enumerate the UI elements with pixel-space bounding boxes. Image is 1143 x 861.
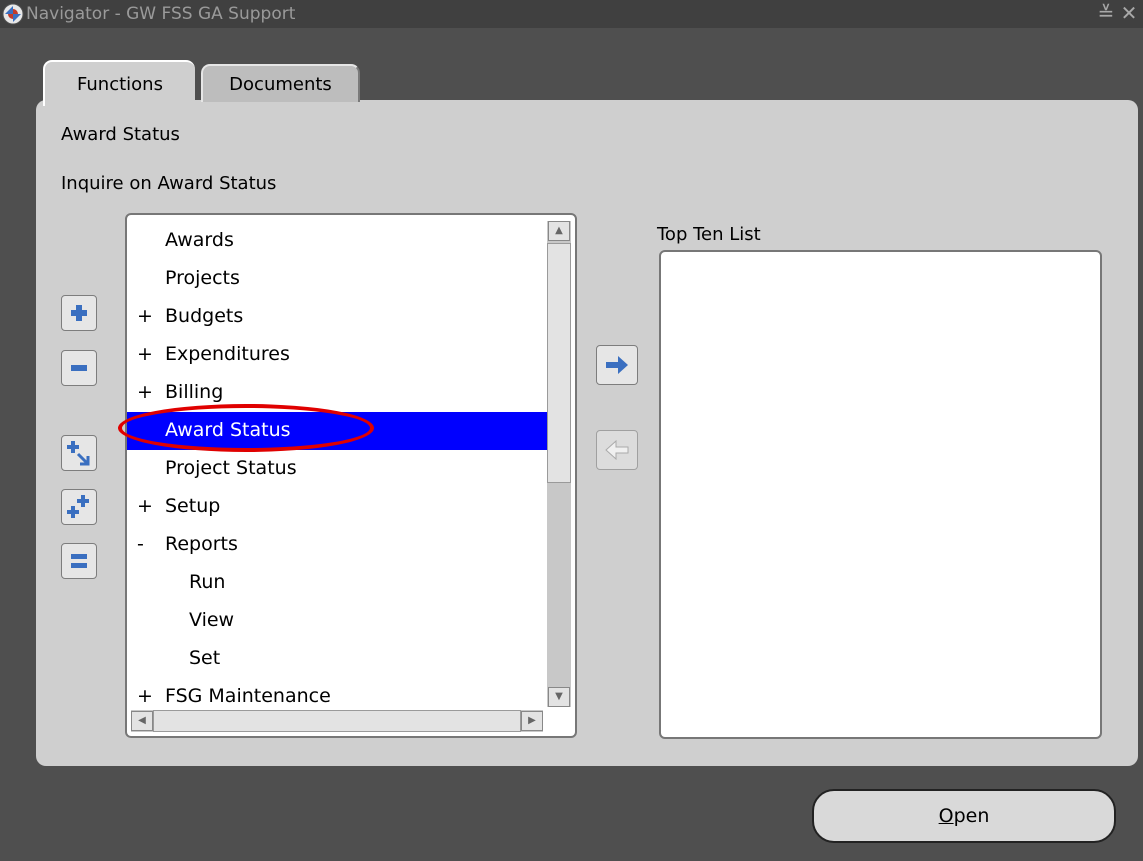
tree-item[interactable]: + Billing — [127, 374, 547, 412]
expand-button[interactable] — [61, 295, 97, 331]
tree-item-label: Reports — [165, 533, 238, 555]
add-to-top-ten-button[interactable] — [596, 345, 638, 385]
tree-item-expander[interactable]: - — [137, 533, 144, 555]
scroll-left-icon[interactable]: ◀ — [131, 711, 153, 731]
tree-item-label: View — [189, 609, 235, 631]
tree-item[interactable]: - Reports — [127, 526, 547, 564]
tree-item[interactable]: Set — [127, 640, 547, 678]
window-title: Navigator - GW FSS GA Support — [26, 4, 296, 24]
tab-functions-label: Functions — [77, 73, 163, 95]
tree-item-expander[interactable]: + — [137, 343, 153, 365]
scroll-up-icon[interactable]: ▲ — [548, 221, 570, 241]
tab-documents-label: Documents — [229, 73, 332, 95]
tree-item[interactable]: Run — [127, 564, 547, 602]
collapse-all-icon — [71, 554, 87, 568]
tree-item-label: Awards — [165, 229, 234, 251]
minus-icon — [71, 365, 87, 371]
tab-documents[interactable]: Documents — [201, 64, 360, 102]
title-bar: Navigator - GW FSS GA Support ≚ ✕ — [0, 0, 1143, 28]
tree-item-label: Run — [189, 571, 226, 593]
selected-function-description: Inquire on Award Status — [61, 173, 277, 194]
tree-item-expander[interactable]: + — [137, 685, 153, 707]
tree-item-label: Expenditures — [165, 343, 290, 365]
close-icon[interactable]: ✕ — [1119, 3, 1139, 23]
tree-item[interactable]: + Expenditures — [127, 336, 547, 374]
arrow-left-icon — [605, 439, 629, 461]
open-button[interactable]: Open — [812, 789, 1116, 843]
tree-item[interactable]: Award Status — [127, 412, 547, 450]
tree-item[interactable]: Project Status — [127, 450, 547, 488]
plus-icon — [71, 305, 87, 321]
scroll-right-icon[interactable]: ▶ — [521, 711, 543, 731]
expand-branch-button[interactable] — [61, 435, 97, 471]
tree-item-label: Billing — [165, 381, 224, 403]
expand-branch-icon — [67, 441, 90, 466]
tree-item[interactable]: + Setup — [127, 488, 547, 526]
tree-item-expander[interactable]: + — [137, 305, 153, 327]
tree-item-label: Setup — [165, 495, 221, 517]
tree-item-label: Budgets — [165, 305, 244, 327]
scroll-down-icon[interactable]: ▼ — [548, 687, 570, 707]
tree-item[interactable]: + Budgets — [127, 298, 547, 336]
tree-item-label: Project Status — [165, 457, 297, 479]
minimize-icon[interactable]: ≚ — [1096, 3, 1116, 23]
tree-horizontal-scrollbar[interactable]: ◀ ▶ — [131, 710, 543, 732]
tab-functions[interactable]: Functions — [43, 60, 195, 106]
tree-vertical-scroll-thumb[interactable] — [547, 243, 571, 483]
tree-item-label: Set — [189, 647, 221, 669]
tree-item-label: Projects — [165, 267, 240, 289]
expand-all-icon — [67, 495, 89, 518]
tree-vertical-scrollbar[interactable]: ▲ ▼ — [547, 221, 571, 707]
remove-from-top-ten-button[interactable] — [596, 430, 638, 470]
selected-function-name: Award Status — [61, 124, 180, 145]
expand-all-button[interactable] — [61, 489, 97, 525]
tree-item-expander[interactable]: + — [137, 495, 153, 517]
oracle-app-icon — [2, 3, 24, 25]
open-button-mnemonic: O — [938, 805, 954, 827]
tree-item[interactable]: View — [127, 602, 547, 640]
tree-item[interactable]: Projects — [127, 260, 547, 298]
top-ten-list[interactable] — [659, 250, 1102, 739]
function-tree[interactable]: Awards Projects + Budgets + Expenditures + Bill… — [125, 213, 577, 738]
open-button-label: pen — [953, 805, 990, 827]
top-ten-label: Top Ten List — [657, 224, 761, 245]
tree-item-label: FSG Maintenance — [165, 685, 331, 707]
arrow-right-icon — [606, 356, 628, 374]
tree-horizontal-scroll-thumb[interactable] — [153, 710, 521, 732]
tree-item[interactable]: Awards — [127, 222, 547, 260]
tree-item-expander[interactable]: + — [137, 381, 153, 403]
collapse-all-button[interactable] — [61, 543, 97, 579]
tree-item-label: Award Status — [165, 419, 291, 441]
collapse-button[interactable] — [61, 350, 97, 386]
